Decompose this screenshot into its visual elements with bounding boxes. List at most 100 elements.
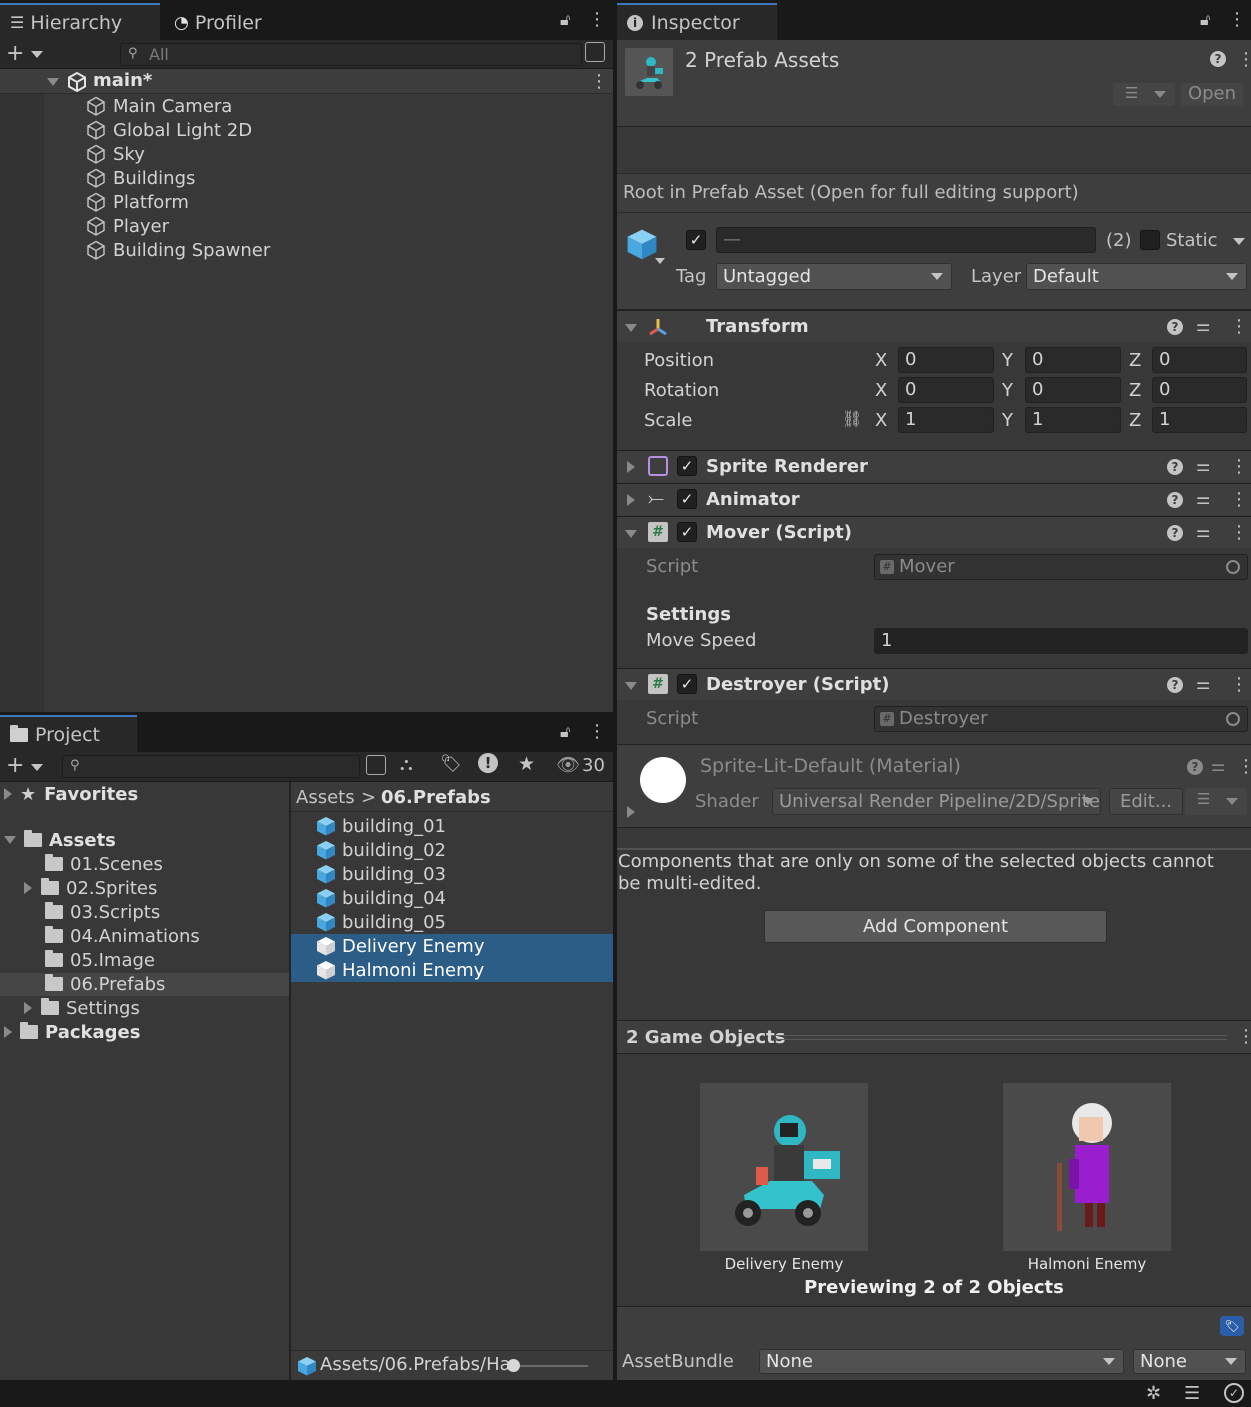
help-icon[interactable]: ? bbox=[1167, 459, 1183, 475]
collapse-arrow-icon[interactable] bbox=[625, 682, 637, 690]
warning-filter-icon[interactable]: ! bbox=[478, 753, 498, 773]
expand-arrow-icon[interactable] bbox=[627, 461, 635, 473]
hidden-packages-eye-icon[interactable]: 👁︎ bbox=[556, 753, 580, 776]
kebab-menu-icon[interactable]: ⋮ bbox=[588, 9, 606, 30]
component-kebab-icon[interactable]: ⋮ bbox=[1230, 489, 1248, 510]
lock-icon[interactable]: 🔓︎ bbox=[1200, 10, 1210, 30]
file-item[interactable]: building_01 bbox=[316, 814, 446, 838]
breadcrumb-assets[interactable]: Assets bbox=[296, 787, 355, 808]
presets-sliders-icon[interactable]: ⚌ bbox=[1196, 456, 1210, 475]
tree-item-packages[interactable]: Packages bbox=[4, 1020, 140, 1044]
tree-item-assets[interactable]: Assets bbox=[4, 828, 116, 852]
component-kebab-icon[interactable]: ⋮ bbox=[1230, 674, 1248, 695]
hierarchy-item[interactable]: Global Light 2D bbox=[86, 118, 252, 142]
layer-dropdown[interactable]: Default bbox=[1026, 263, 1247, 290]
enabled-checkbox[interactable]: ✓ bbox=[677, 674, 697, 694]
kebab-menu-icon[interactable]: ⋮ bbox=[1228, 9, 1246, 30]
name-field[interactable]: — bbox=[716, 227, 1096, 253]
presets-sliders-icon[interactable]: ⚌ bbox=[1196, 316, 1210, 335]
preview-kebab-icon[interactable]: ⋮ bbox=[1237, 1026, 1251, 1047]
rotation-z-field[interactable]: 0 bbox=[1152, 377, 1247, 403]
filter-by-label-icon[interactable]: 🏷︎ bbox=[440, 754, 462, 774]
help-icon[interactable]: ? bbox=[1167, 492, 1183, 508]
tag-dropdown[interactable]: Untagged bbox=[716, 263, 952, 290]
scene-header-row[interactable]: main* ⋮ bbox=[0, 69, 613, 94]
tab-hierarchy[interactable]: ☰ Hierarchy bbox=[0, 3, 160, 40]
tab-profiler[interactable]: ◔ Profiler bbox=[164, 3, 334, 40]
help-icon[interactable]: ? bbox=[1167, 525, 1183, 541]
build-status-check-icon[interactable]: ✓ bbox=[1224, 1383, 1244, 1403]
hierarchy-item[interactable]: Player bbox=[86, 214, 169, 238]
enabled-checkbox[interactable]: ✓ bbox=[677, 456, 697, 476]
scene-expand-arrow-icon[interactable] bbox=[47, 78, 59, 86]
tree-item-folder[interactable]: 04.Animations bbox=[45, 924, 200, 948]
expand-arrow-icon[interactable] bbox=[24, 882, 32, 894]
scale-y-field[interactable]: 1 bbox=[1025, 407, 1121, 433]
hierarchy-item[interactable]: Sky bbox=[86, 142, 145, 166]
breadcrumb-current[interactable]: 06.Prefabs bbox=[381, 787, 491, 808]
scene-visibility-icon[interactable] bbox=[585, 42, 605, 62]
rotation-x-field[interactable]: 0 bbox=[898, 377, 994, 403]
icon-dropdown-chevron[interactable] bbox=[655, 258, 665, 264]
add-dropdown-chevron-icon[interactable] bbox=[31, 51, 43, 58]
active-checkbox[interactable]: ✓ bbox=[686, 230, 706, 250]
add-plus-icon[interactable]: + bbox=[6, 41, 24, 66]
preview-thumbnail-halmoni[interactable] bbox=[1003, 1083, 1171, 1251]
mover-header[interactable]: # ✓ Mover (Script) ? ⚌ ⋮ bbox=[617, 516, 1251, 548]
component-kebab-icon[interactable]: ⋮ bbox=[1230, 456, 1248, 477]
zoom-slider-track[interactable] bbox=[513, 1365, 588, 1367]
enabled-checkbox[interactable]: ✓ bbox=[677, 489, 697, 509]
hierarchy-item[interactable]: Buildings bbox=[86, 166, 195, 190]
tab-project[interactable]: Project bbox=[0, 715, 137, 752]
hierarchy-item[interactable]: Platform bbox=[86, 190, 189, 214]
shader-dropdown[interactable]: Universal Render Pipeline/2D/Sprite bbox=[772, 788, 1101, 815]
hierarchy-item[interactable]: Building Spawner bbox=[86, 238, 270, 262]
help-icon[interactable]: ? bbox=[1210, 51, 1226, 67]
animator-header[interactable]: ⤚ ✓ Animator ? ⚌ ⋮ bbox=[617, 483, 1251, 515]
scale-z-field[interactable]: 1 bbox=[1152, 407, 1247, 433]
expand-arrow-icon[interactable] bbox=[4, 788, 12, 800]
expand-arrow-icon[interactable] bbox=[4, 1026, 12, 1038]
tree-item-folder[interactable]: Settings bbox=[24, 996, 140, 1020]
file-item-selected[interactable]: Delivery Enemy bbox=[316, 934, 484, 958]
component-kebab-icon[interactable]: ⋮ bbox=[1230, 522, 1248, 543]
position-y-field[interactable]: 0 bbox=[1025, 347, 1121, 373]
transform-header[interactable]: Transform ? ⚌ ⋮ bbox=[617, 310, 1251, 342]
object-picker-icon[interactable] bbox=[1226, 560, 1240, 574]
help-icon[interactable]: ? bbox=[1187, 759, 1203, 775]
move-speed-field[interactable]: 1 bbox=[874, 628, 1248, 654]
project-search-input[interactable]: ⚲ bbox=[62, 755, 360, 778]
lock-icon[interactable]: 🔓︎ bbox=[560, 10, 570, 30]
tree-item-favorites[interactable]: ★ Favorites bbox=[4, 782, 138, 806]
tab-inspector[interactable]: i Inspector bbox=[617, 3, 777, 40]
presets-sliders-icon[interactable]: ⚌ bbox=[1196, 674, 1210, 693]
expand-arrow-icon[interactable] bbox=[627, 494, 635, 506]
zoom-slider-thumb[interactable] bbox=[507, 1359, 520, 1372]
tree-item-folder[interactable]: 03.Scripts bbox=[45, 900, 160, 924]
add-plus-icon[interactable]: + bbox=[6, 753, 24, 778]
collapse-arrow-icon[interactable] bbox=[4, 836, 16, 844]
static-checkbox[interactable] bbox=[1140, 230, 1160, 250]
file-item[interactable]: building_03 bbox=[316, 862, 446, 886]
static-dropdown-chevron-icon[interactable] bbox=[1233, 238, 1245, 245]
preview-thumbnail-delivery[interactable] bbox=[700, 1083, 868, 1251]
favorite-star-icon[interactable]: ★ bbox=[518, 753, 535, 775]
search-by-type-icon[interactable] bbox=[366, 755, 386, 775]
lock-icon[interactable]: 🔓︎ bbox=[560, 722, 570, 742]
scale-x-field[interactable]: 1 bbox=[898, 407, 994, 433]
enabled-checkbox[interactable]: ✓ bbox=[677, 522, 697, 542]
file-item[interactable]: building_02 bbox=[316, 838, 446, 862]
assetbundle-dropdown[interactable]: None bbox=[759, 1349, 1124, 1374]
collapse-arrow-icon[interactable] bbox=[625, 530, 637, 538]
add-dropdown-chevron-icon[interactable] bbox=[31, 764, 43, 771]
presets-sliders-icon[interactable]: ⚌ bbox=[1211, 756, 1225, 775]
material-options-dropdown[interactable]: ☰ bbox=[1185, 788, 1247, 815]
tree-item-folder[interactable]: 05.Image bbox=[45, 948, 155, 972]
position-x-field[interactable]: 0 bbox=[898, 347, 994, 373]
header-kebab-icon[interactable]: ⋮ bbox=[1237, 49, 1251, 70]
hierarchy-search-input[interactable]: ⚲ All bbox=[120, 43, 582, 66]
component-kebab-icon[interactable]: ⋮ bbox=[1237, 756, 1251, 777]
filter-by-type-icon[interactable]: ⛬ bbox=[400, 754, 413, 775]
tree-item-folder[interactable]: 01.Scenes bbox=[45, 852, 163, 876]
open-button[interactable]: Open bbox=[1181, 83, 1243, 106]
